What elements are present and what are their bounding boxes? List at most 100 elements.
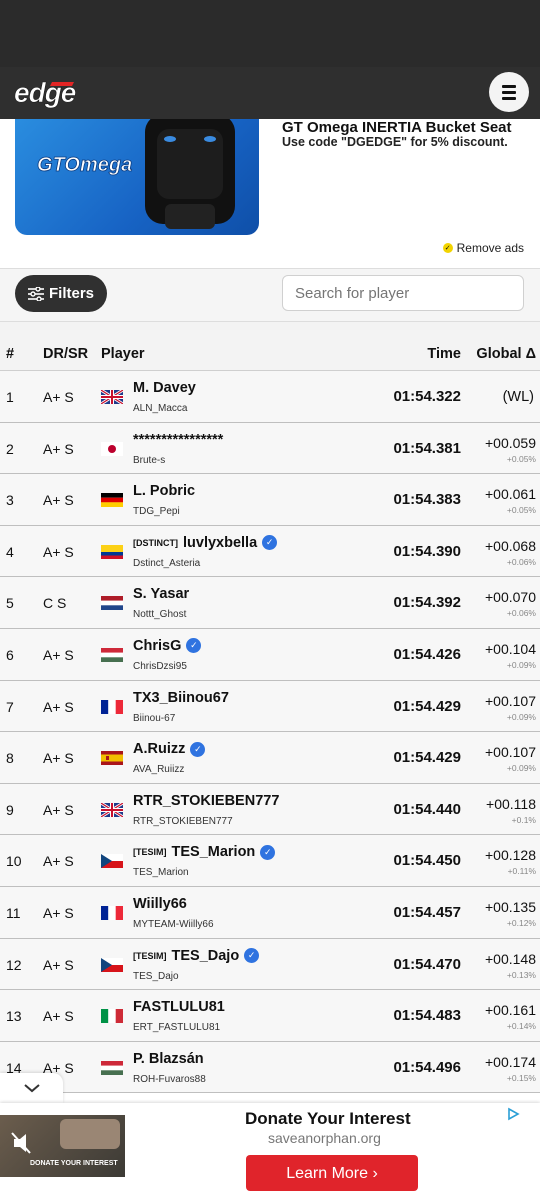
player-name[interactable]: A.Ruizz	[133, 741, 185, 757]
player-name-line[interactable]: [TESIM] TES_Dajo ✓	[133, 948, 260, 964]
table-row[interactable]: 1 A+ S M. Davey ALN_Macca 01:54.322 (WL)	[0, 371, 540, 423]
table-row[interactable]: 14 A+ S P. Blazsán ROH-Fuvaros88 01:54.496 +0…	[0, 1041, 540, 1094]
ad-image[interactable]: GTOmega	[15, 119, 259, 235]
sponsor-ad: GTOmega GT Omega INERTIA Bucket Seat Use…	[0, 119, 540, 269]
player-username: RTR_STOKIEBEN777	[133, 815, 233, 827]
global-delta: +00.128	[485, 847, 536, 864]
status-bar	[0, 0, 540, 67]
player-name[interactable]: L. Pobric	[133, 483, 195, 499]
filters-button[interactable]: Filters	[15, 275, 107, 312]
remove-ads-link[interactable]: ✓ Remove ads	[442, 241, 524, 255]
player-name[interactable]: S. Yasar	[133, 586, 189, 602]
ad-title[interactable]: GT Omega INERTIA Bucket Seat	[282, 119, 512, 136]
edge-logo[interactable]: edge	[12, 74, 106, 112]
jp-flag-icon	[101, 441, 123, 456]
header-dr-sr[interactable]: DR/SR	[43, 346, 88, 362]
player-name[interactable]: ****************	[133, 432, 223, 448]
table-row[interactable]: 4 A+ S [DSTINCT] luvlyxbella ✓ Dstinct_Asteri…	[0, 525, 540, 578]
table-row[interactable]: 7 A+ S TX3_Biinou67 Biinou-67 01:54.429 +00.1…	[0, 680, 540, 733]
adchoices-icon[interactable]	[506, 1107, 520, 1121]
player-name-line[interactable]: Wiilly66	[133, 896, 187, 912]
it-flag-icon	[101, 1009, 123, 1024]
player-username: ChrisDzsi95	[133, 660, 187, 672]
player-name-line[interactable]: M. Davey	[133, 380, 196, 396]
team-tag: [DSTINCT]	[133, 537, 178, 548]
global-delta-percent: +0.09%	[506, 659, 536, 670]
global-delta: +00.104	[485, 640, 536, 657]
table-row[interactable]: 9 A+ S RTR_STOKIEBEN777 RTR_STOKIEBEN777 01:…	[0, 783, 540, 836]
player-name-line[interactable]: FASTLULU81	[133, 999, 225, 1015]
global-delta-percent: +0.15%	[506, 1072, 536, 1083]
player-name-line[interactable]: TX3_Biinou67	[133, 690, 229, 706]
player-name[interactable]: P. Blazsán	[133, 1051, 204, 1067]
header-time[interactable]: Time	[427, 346, 461, 362]
table-row[interactable]: 8 A+ S A.Ruizz ✓ AVA_Ruiizz 01:54.429 +00.107 +…	[0, 732, 540, 784]
collapse-ad-button[interactable]	[0, 1073, 63, 1103]
dr-sr-rating: C S	[43, 595, 67, 612]
player-name[interactable]: M. Davey	[133, 380, 196, 396]
player-name[interactable]: ChrisG	[133, 638, 181, 654]
learn-more-button[interactable]: Learn More ›	[246, 1155, 418, 1191]
global-delta: +00.061	[485, 486, 536, 503]
player-username: TES_Dajo	[133, 970, 179, 982]
global-delta: +00.135	[485, 898, 536, 915]
player-name-line[interactable]: L. Pobric	[133, 483, 195, 499]
header-global-delta[interactable]: Global Δ	[476, 346, 536, 362]
player-name-line[interactable]: ChrisG ✓	[133, 638, 202, 654]
bottom-ad-image[interactable]: DONATE YOUR INTEREST	[0, 1115, 125, 1177]
search-player-input[interactable]	[282, 275, 524, 311]
player-username: MYTEAM-Wiilly66	[133, 918, 214, 930]
svg-text:GTOmega: GTOmega	[37, 154, 132, 176]
verified-icon: ✓	[186, 638, 202, 654]
dr-sr-rating: A+ S	[43, 543, 74, 560]
player-name[interactable]: FASTLULU81	[133, 999, 225, 1015]
global-delta-percent: +0.05%	[506, 505, 536, 516]
leaderboard-table: # DR/SR Player Time Global Δ 1 A+ S M. Dav…	[0, 321, 540, 1094]
verified-icon: ✓	[262, 535, 278, 551]
hu-flag-icon	[101, 647, 123, 662]
player-username: Nottt_Ghost	[133, 609, 187, 621]
table-row[interactable]: 5 C S S. Yasar Nottt_Ghost 01:54.392 +00.070 +…	[0, 577, 540, 629]
player-name-line[interactable]: [DSTINCT] luvlyxbella ✓	[133, 535, 278, 551]
lap-time: 01:54.440	[393, 800, 461, 818]
player-name[interactable]: RTR_STOKIEBEN777	[133, 793, 279, 809]
player-name[interactable]: Wiilly66	[133, 896, 187, 912]
table-row[interactable]: 3 A+ S L. Pobric TDG_Pepi 01:54.383 +00.061 +0…	[0, 474, 540, 526]
fr-flag-icon	[101, 905, 123, 920]
position: 12	[6, 956, 22, 973]
bottom-ad-url[interactable]: saveanorphan.org	[268, 1130, 381, 1146]
player-name[interactable]: TES_Marion	[172, 844, 256, 860]
player-name-line[interactable]: A.Ruizz ✓	[133, 741, 206, 757]
header-pos[interactable]: #	[6, 346, 14, 362]
table-row[interactable]: 10 A+ S [TESIM] TES_Marion ✓ TES_Marion 01:54.…	[0, 835, 540, 887]
table-row[interactable]: 11 A+ S Wiilly66 MYTEAM-Wiilly66 01:54.457 +0…	[0, 886, 540, 939]
lap-time: 01:54.450	[393, 852, 461, 870]
position: 9	[6, 801, 14, 818]
table-row[interactable]: 6 A+ S ChrisG ✓ ChrisDzsi95 01:54.426 +00.104 +…	[0, 628, 540, 681]
player-name-line[interactable]: [TESIM] TES_Marion ✓	[133, 844, 276, 860]
lap-time: 01:54.470	[393, 955, 461, 973]
global-delta-percent: +0.06%	[506, 556, 536, 567]
player-name-line[interactable]: RTR_STOKIEBEN777	[133, 793, 279, 809]
header-player[interactable]: Player	[101, 346, 145, 362]
player-name-line[interactable]: S. Yasar	[133, 586, 189, 602]
svg-text:DONATE YOUR INTEREST: DONATE YOUR INTEREST	[30, 1160, 118, 1167]
lap-time: 01:54.390	[393, 542, 461, 560]
player-name-line[interactable]: P. Blazsán	[133, 1051, 204, 1067]
de-flag-icon	[101, 493, 123, 508]
lap-time: 01:54.392	[393, 594, 461, 612]
chevron-down-icon	[23, 1084, 40, 1093]
player-name[interactable]: TES_Dajo	[172, 948, 240, 964]
team-tag: [TESIM]	[133, 847, 167, 858]
co-flag-icon	[101, 544, 123, 559]
bottom-ad-title[interactable]: Donate Your Interest	[245, 1109, 411, 1129]
player-name-line[interactable]: ****************	[133, 432, 223, 448]
menu-button[interactable]	[489, 72, 529, 112]
dr-sr-rating: A+ S	[43, 750, 74, 767]
table-row[interactable]: 12 A+ S [TESIM] TES_Dajo ✓ TES_Dajo 01:54.470 +…	[0, 938, 540, 991]
table-row[interactable]: 2 A+ S **************** Brute-s 01:54.381 +00…	[0, 422, 540, 475]
position: 5	[6, 595, 14, 612]
player-name[interactable]: TX3_Biinou67	[133, 690, 229, 706]
player-name[interactable]: luvlyxbella	[183, 535, 257, 551]
table-row[interactable]: 13 A+ S FASTLULU81 ERT_FASTLULU81 01:54.483 +…	[0, 990, 540, 1042]
